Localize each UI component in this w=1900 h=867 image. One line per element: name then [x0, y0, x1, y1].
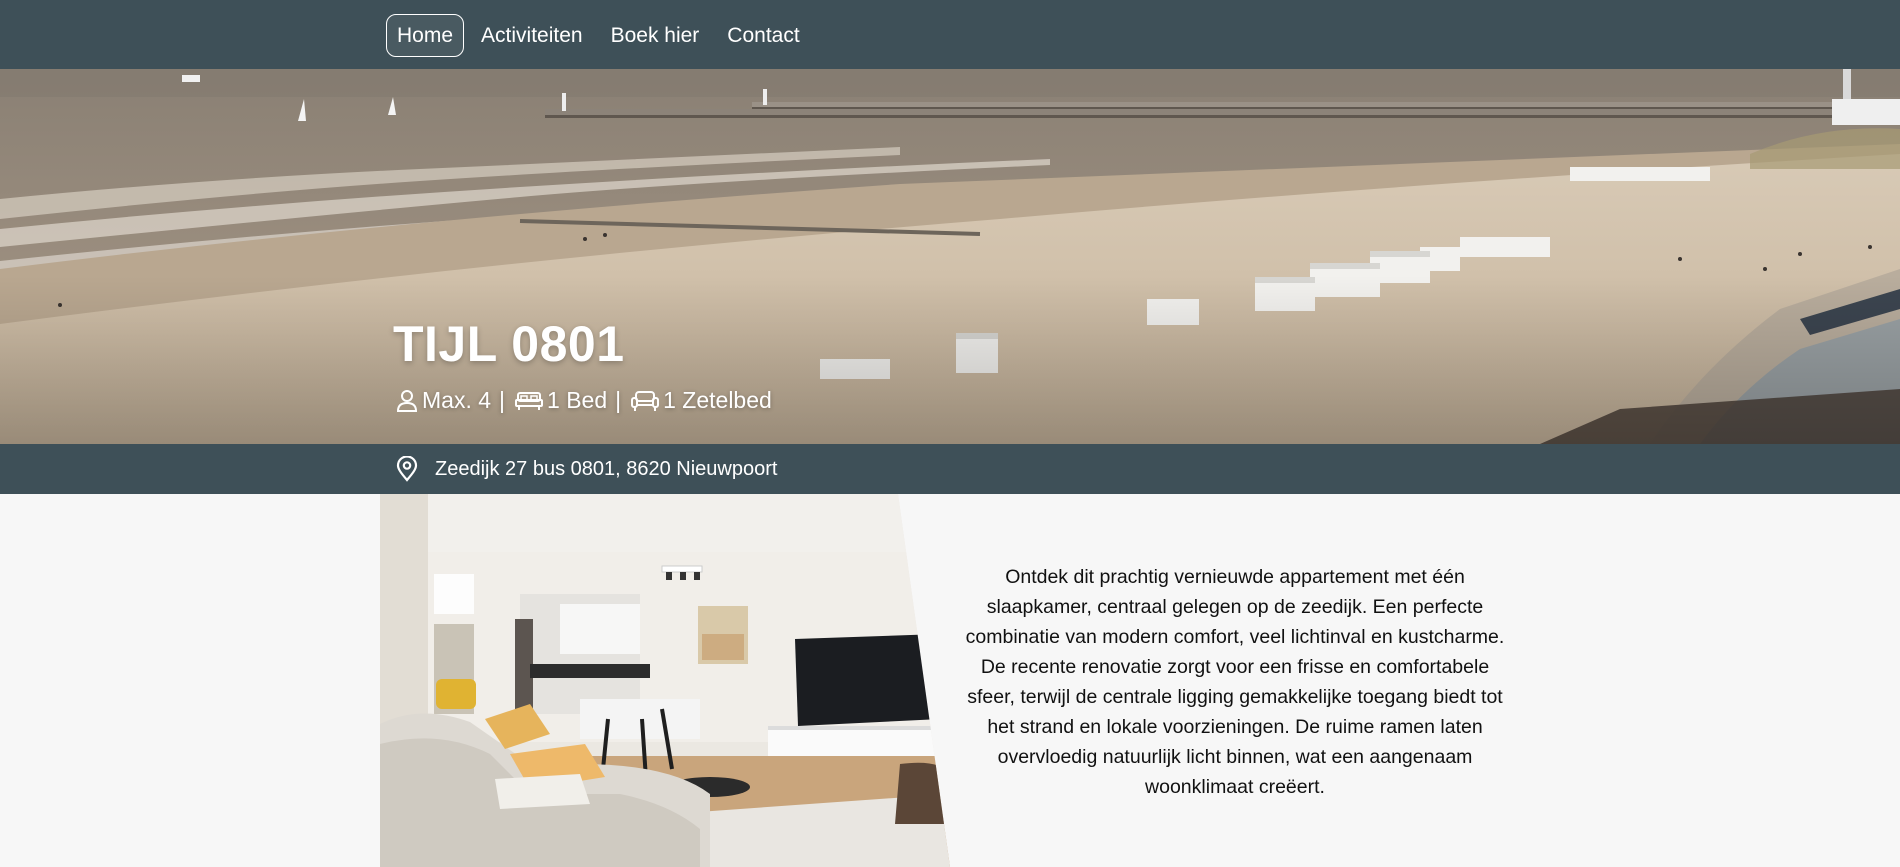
living-room-image [380, 494, 950, 867]
beach-hero-image [0, 69, 1900, 444]
nav-menu: Home Activiteiten Boek hier Contact [386, 14, 811, 57]
feature-bed-text: 1 Bed [547, 387, 608, 413]
feature-sofa-text: 1 Zetelbed [663, 387, 772, 413]
location-pin-icon [396, 456, 418, 482]
sofa-icon [631, 390, 660, 411]
address-bar: Zeedijk 27 bus 0801, 8620 Nieuwpoort [0, 444, 1900, 494]
nav-item-activiteiten[interactable]: Activiteiten [470, 14, 594, 57]
nav-item-home[interactable]: Home [386, 14, 465, 57]
hero-banner: TIJL 0801 Max. 4 | 1 Bed | 1 Zetelbed [0, 69, 1900, 444]
description-text: Ontdek dit prachtig vernieuwde apparteme… [965, 566, 1505, 798]
living-room-photo [380, 494, 950, 867]
nav-item-boek-hier[interactable]: Boek hier [600, 14, 711, 57]
feature-separator: | [499, 387, 506, 413]
feature-guests-text: Max. 4 [422, 387, 492, 413]
address-text: Zeedijk 27 bus 0801, 8620 Nieuwpoort [435, 457, 778, 480]
property-features: Max. 4 | 1 Bed | 1 Zetelbed [396, 387, 772, 414]
person-icon [396, 389, 418, 412]
top-navbar: Home Activiteiten Boek hier Contact [0, 0, 1900, 69]
feature-sofa: 1 Zetelbed [631, 387, 772, 414]
address: Zeedijk 27 bus 0801, 8620 Nieuwpoort [396, 456, 777, 482]
bed-icon [515, 391, 544, 410]
feature-bed: 1 Bed [515, 387, 607, 414]
nav-item-contact[interactable]: Contact [716, 14, 810, 57]
feature-guests: Max. 4 [396, 387, 491, 414]
intro-section: Ontdek dit prachtig vernieuwde apparteme… [0, 494, 1900, 867]
feature-separator: | [615, 387, 622, 413]
property-title: TIJL 0801 [393, 316, 625, 372]
